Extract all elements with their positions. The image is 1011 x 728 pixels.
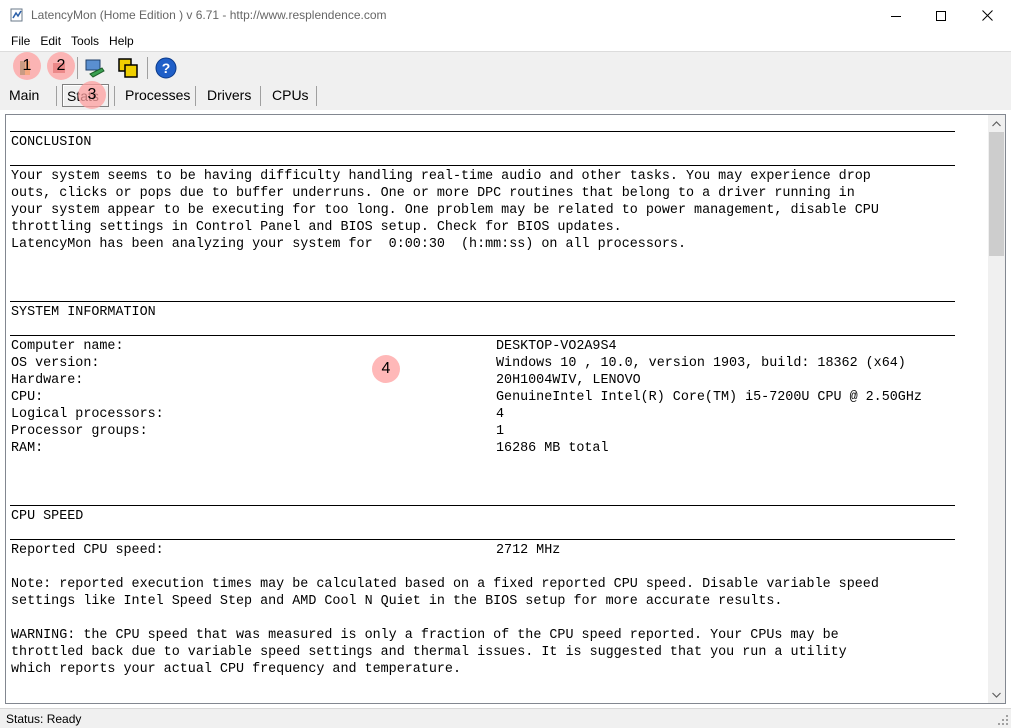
close-button[interactable]	[964, 0, 1010, 31]
sysinfo-value: Windows 10 , 10.0, version 1903, build: …	[496, 356, 906, 371]
menu-help[interactable]: Help	[107, 31, 136, 51]
conclusion-line: throttling settings in Control Panel and…	[11, 220, 622, 235]
sysinfo-label: Computer name:	[11, 339, 124, 354]
chevron-up-icon	[992, 120, 1001, 126]
sysinfo-value: 16286 MB total	[496, 441, 609, 456]
divider	[10, 165, 955, 166]
warning-line: WARNING: the CPU speed that was measured…	[11, 628, 839, 643]
scroll-down-button[interactable]	[988, 686, 1005, 703]
tab-separator	[114, 86, 115, 106]
cpuspeed-header: CPU SPEED	[11, 509, 84, 524]
note-line: settings like Intel Speed Step and AMD C…	[11, 594, 783, 609]
help-glyph: ?	[162, 60, 171, 76]
scroll-thumb[interactable]	[989, 132, 1004, 256]
note-line: Note: reported execution times may be ca…	[11, 577, 879, 592]
resize-grip-icon[interactable]	[997, 714, 1009, 726]
conclusion-line: Your system seems to be having difficult…	[11, 169, 871, 184]
window-button[interactable]	[115, 55, 141, 81]
menu-edit[interactable]: Edit	[38, 31, 63, 51]
sysinfo-value: 20H1004WIV, LENOVO	[496, 373, 641, 388]
marker-4: 4	[372, 355, 400, 383]
tab-bar: Main Stats Processes Drivers CPUs	[0, 82, 1011, 110]
drivers-icon	[85, 59, 105, 78]
chevron-down-icon	[992, 692, 1001, 698]
conclusion-line: LatencyMon has been analyzing your syste…	[11, 237, 686, 252]
tab-processes[interactable]: Processes	[121, 84, 194, 107]
marker-2: 2	[47, 52, 75, 80]
window-icon	[118, 58, 138, 78]
sysinfo-header: SYSTEM INFORMATION	[11, 305, 156, 320]
tab-separator	[195, 86, 196, 106]
help-icon: ?	[155, 57, 177, 79]
cpuspeed-label: Reported CPU speed:	[11, 543, 164, 558]
scroll-up-button[interactable]	[988, 115, 1005, 132]
close-icon	[981, 10, 993, 21]
minimize-icon	[891, 15, 901, 17]
help-button[interactable]: ?	[153, 55, 179, 81]
title-bar: LatencyMon (Home Edition ) v 6.71 - http…	[0, 0, 1011, 31]
tab-separator	[56, 86, 57, 106]
status-text: Status: Ready	[6, 712, 82, 726]
sysinfo-label: OS version:	[11, 356, 100, 371]
divider	[10, 335, 955, 336]
sysinfo-label: RAM:	[11, 441, 44, 456]
menu-bar: File Edit Tools Help	[0, 31, 1011, 51]
window-title: LatencyMon (Home Edition ) v 6.71 - http…	[31, 8, 387, 22]
sysinfo-value: 4	[496, 407, 505, 422]
conclusion-header: CONCLUSION	[11, 135, 92, 150]
vertical-scrollbar[interactable]	[988, 115, 1005, 703]
maximize-icon	[936, 10, 946, 21]
sysinfo-value: 1	[496, 424, 505, 439]
conclusion-line: outs, clicks or pops due to buffer under…	[11, 186, 855, 201]
sysinfo-label: Processor groups:	[11, 424, 148, 439]
toolbar-separator	[147, 57, 148, 79]
menu-file[interactable]: File	[9, 31, 32, 51]
tab-cpus[interactable]: CPUs	[268, 84, 313, 107]
status-bar: Status: Ready	[0, 708, 1011, 728]
cpuspeed-value: 2712 MHz	[496, 543, 561, 558]
sysinfo-value: DESKTOP-VO2A9S4	[496, 339, 617, 354]
divider	[10, 505, 955, 506]
divider	[10, 131, 955, 132]
sysinfo-value: GenuineIntel Intel(R) Core(TM) i5-7200U …	[496, 390, 922, 405]
drivers-button[interactable]	[82, 55, 108, 81]
divider	[10, 301, 955, 302]
maximize-button[interactable]	[918, 0, 964, 31]
warning-line: throttled back due to variable speed set…	[11, 645, 847, 660]
marker-3: 3	[78, 81, 106, 109]
marker-1: 1	[13, 52, 41, 80]
tab-separator	[316, 86, 317, 106]
app-icon	[10, 8, 23, 22]
toolbar: ?	[0, 51, 1011, 82]
menu-tools[interactable]: Tools	[69, 31, 101, 51]
tab-drivers[interactable]: Drivers	[203, 84, 255, 107]
report-text: CONCLUSION Your system seems to be havin…	[6, 115, 986, 703]
toolbar-separator	[77, 57, 78, 79]
minimize-button[interactable]	[873, 0, 919, 31]
divider	[10, 539, 955, 540]
conclusion-line: your system appear to be executing for t…	[11, 203, 879, 218]
tab-separator	[260, 86, 261, 106]
tab-main[interactable]: Main	[5, 84, 43, 107]
sysinfo-label: CPU:	[11, 390, 44, 405]
report-view[interactable]: CONCLUSION Your system seems to be havin…	[5, 114, 1006, 704]
sysinfo-label: Logical processors:	[11, 407, 164, 422]
sysinfo-label: Hardware:	[11, 373, 84, 388]
warning-line: which reports your actual CPU frequency …	[11, 662, 461, 677]
